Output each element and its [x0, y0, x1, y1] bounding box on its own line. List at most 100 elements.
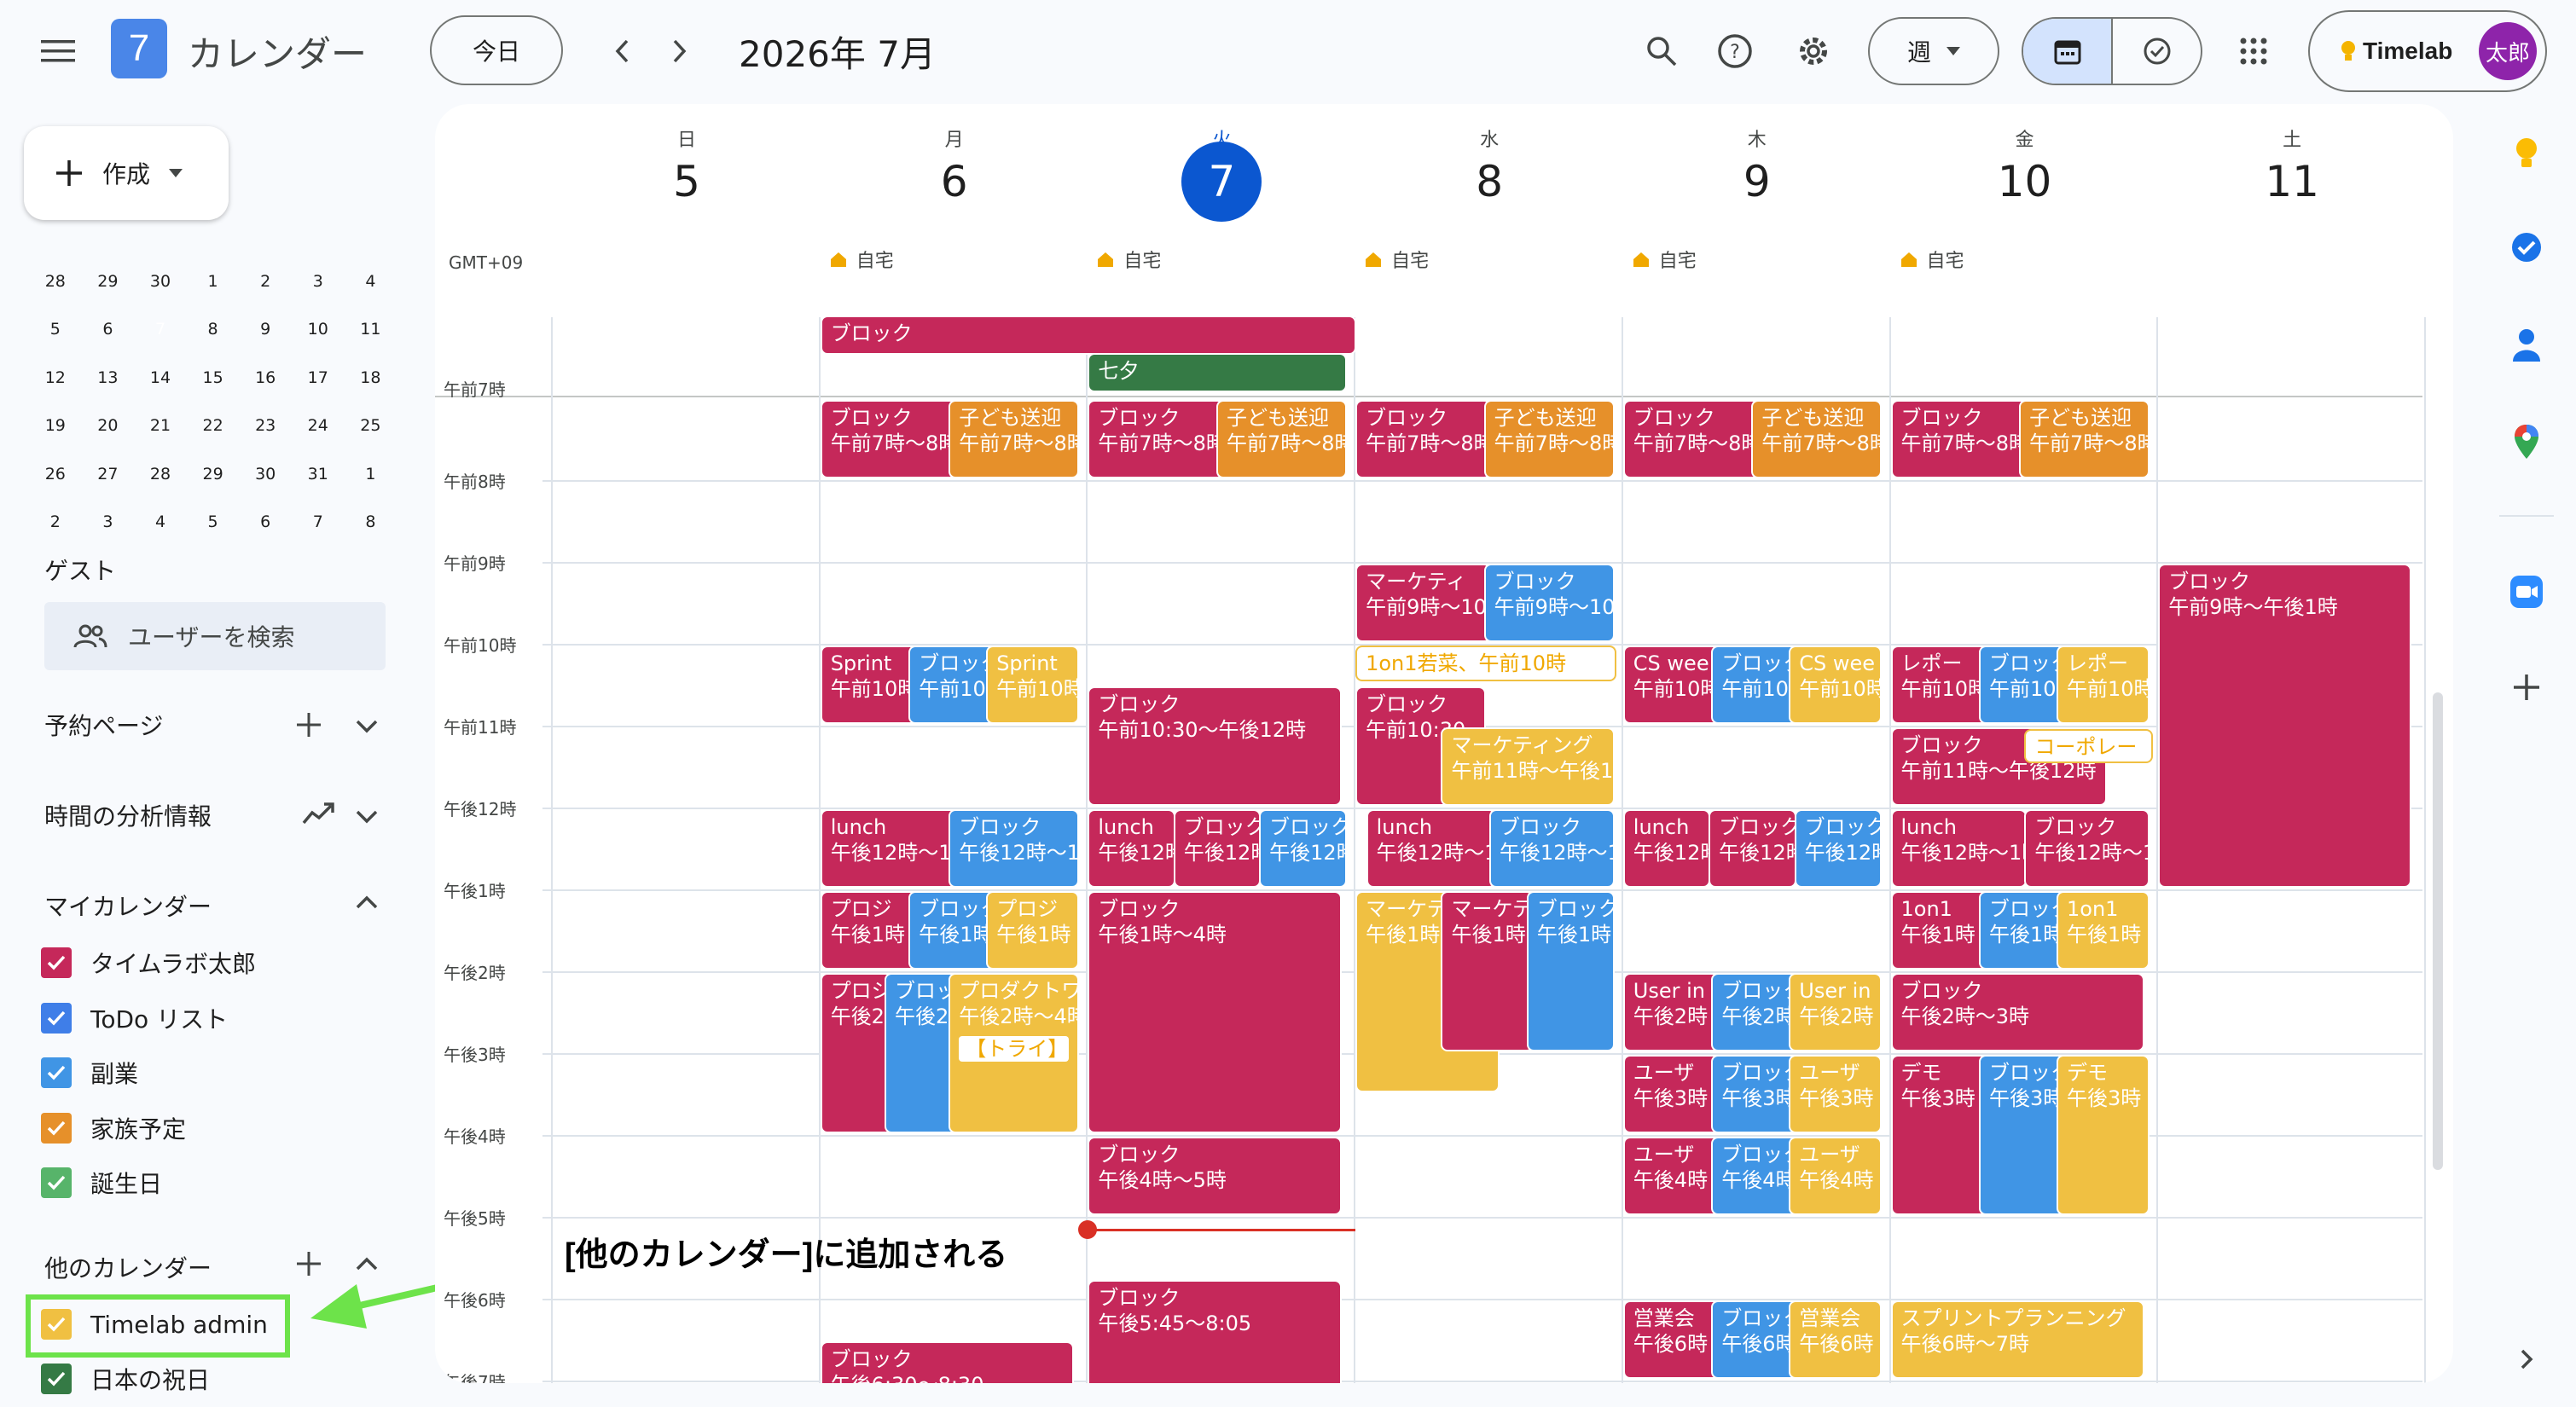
mini-cal-day[interactable]: 8 — [187, 310, 240, 348]
mini-cal-day[interactable]: 25 — [345, 407, 397, 444]
mini-cal-day[interactable]: 12 — [29, 359, 82, 397]
day-number[interactable]: 5 — [553, 157, 821, 206]
mini-cal-day[interactable]: 9 — [239, 310, 292, 348]
my-calendar-item[interactable]: ToDo リスト — [41, 999, 228, 1038]
my-calendar-item[interactable]: 副業 — [41, 1053, 138, 1092]
calendar-event[interactable]: 1on1 午後1時 — [2056, 891, 2150, 970]
calendar-event[interactable]: マーケティ午前9時～10時 — [1355, 564, 1492, 642]
mini-cal-day[interactable]: 3 — [292, 263, 345, 300]
calendar-event[interactable]: ブロック午後12時～1時 — [1173, 809, 1262, 888]
calendar-event[interactable]: ブロック 午後6時 — [1711, 1300, 1799, 1379]
mini-cal-day[interactable]: 1 — [345, 455, 397, 493]
mini-cal-day[interactable]: 21 — [134, 407, 187, 444]
calendar-checkbox[interactable] — [41, 947, 72, 978]
calendar-event[interactable]: lunch午後12時～1時 — [820, 809, 956, 888]
calendar-event[interactable]: ユーザ 午後3時 — [1789, 1055, 1883, 1133]
mini-cal-day[interactable]: 26 — [29, 455, 82, 493]
prev-week-icon[interactable] — [606, 32, 640, 70]
booking-chevron-down-icon[interactable] — [350, 709, 384, 744]
mini-cal-day[interactable]: 24 — [292, 407, 345, 444]
calendar-event[interactable]: ブロック午後12時～1時 — [1259, 809, 1347, 888]
calendar-event[interactable]: ブロック 午前10:30～午後12時 — [1088, 686, 1342, 806]
zoom-video-icon[interactable] — [2506, 571, 2547, 612]
mini-cal-day[interactable]: 15 — [187, 359, 240, 397]
calendar-checkbox[interactable] — [41, 1002, 72, 1034]
calendar-event[interactable]: ブロック午前9時～10時 — [1483, 564, 1615, 642]
calendar-event[interactable]: ブロック 午後4時～5時 — [1088, 1137, 1342, 1215]
mini-cal-day[interactable]: 8 — [345, 503, 397, 541]
mini-cal-day[interactable]: 7 — [134, 309, 187, 350]
add-booking-plus-icon[interactable] — [292, 708, 326, 742]
view-select[interactable]: 週 — [1868, 17, 1999, 85]
calendar-event[interactable]: コーポレー — [2024, 729, 2153, 763]
mini-cal-day[interactable]: 4 — [345, 263, 397, 300]
calendar-view-toggle[interactable] — [2023, 19, 2113, 84]
mini-cal-day[interactable]: 29 — [82, 263, 135, 300]
working-location-tag[interactable]: 自宅 — [1900, 246, 1964, 273]
working-location-tag[interactable]: 自宅 — [1096, 246, 1161, 273]
calendar-event[interactable]: ブロック 午前7時～8時 — [1622, 400, 1759, 478]
account-button[interactable]: Timelab 太郎 — [2308, 10, 2547, 92]
calendar-event[interactable]: ブロック 午後1時～4時 — [1088, 891, 1342, 1133]
mini-cal-day[interactable]: 31 — [292, 455, 345, 493]
calendar-event[interactable]: 子ども送迎 午前7時～8時 — [1483, 400, 1615, 478]
working-location-tag[interactable]: 自宅 — [1632, 246, 1697, 273]
calendar-event[interactable]: ブロック 午前7時～8時 — [1355, 400, 1492, 478]
keep-lightbulb-icon[interactable] — [2506, 133, 2547, 174]
calendar-event[interactable]: ブロック 午後1時 — [908, 891, 996, 970]
calendar-event[interactable]: 子ども送迎 午前7時～8時 — [1215, 400, 1347, 478]
calendar-event[interactable]: User in 午後2時 — [1789, 973, 1883, 1051]
allday-event[interactable]: ブロック — [820, 316, 1356, 355]
mini-cal-day[interactable]: 2 — [239, 263, 292, 300]
mini-cal-day[interactable]: 4 — [134, 503, 187, 541]
calendar-event[interactable]: lunch午後12時～1時 — [1622, 809, 1711, 888]
search-users-field[interactable]: ユーザーを検索 — [44, 602, 386, 670]
calendar-event[interactable]: 1on1若菜、午前10時 — [1355, 646, 1616, 681]
mini-cal-day[interactable]: 28 — [29, 263, 82, 300]
calendar-event[interactable]: 営業会 午後6時 — [1789, 1300, 1883, 1379]
calendar-event[interactable]: lunch午後12時～1時 — [1890, 809, 2027, 888]
calendar-checkbox[interactable] — [41, 1364, 72, 1394]
day-number[interactable]: 10 — [1891, 157, 2159, 206]
mini-cal-day[interactable]: 6 — [82, 310, 135, 348]
calendar-event[interactable]: lunch午後12時～1時 — [1366, 809, 1497, 888]
day-number[interactable]: 6 — [821, 157, 1088, 206]
search-icon[interactable] — [1641, 31, 1682, 72]
create-button[interactable]: 作成 — [24, 126, 229, 220]
maps-pin-icon[interactable] — [2506, 421, 2547, 462]
tasks-view-toggle[interactable] — [2113, 19, 2201, 84]
calendar-event[interactable]: ブロック午後12時～1時 — [1488, 809, 1615, 888]
other-calendar-item[interactable]: 日本の祝日 — [41, 1359, 210, 1398]
calendar-event[interactable]: プロダクトワーク午後2時～4時【トライ】 — [949, 973, 1080, 1133]
calendar-event[interactable]: ブロック 午前7時～8時 — [820, 400, 956, 478]
mini-cal-day[interactable]: 16 — [239, 359, 292, 397]
my-calendars-chevron-up-icon[interactable] — [350, 885, 384, 919]
mini-cal-day[interactable]: 3 — [82, 503, 135, 541]
mini-cal-day[interactable]: 30 — [239, 455, 292, 493]
mini-cal-day[interactable]: 19 — [29, 407, 82, 444]
event-chip[interactable]: 【トライ】 — [959, 1036, 1070, 1062]
mini-cal-day[interactable]: 22 — [187, 407, 240, 444]
working-location-tag[interactable]: 自宅 — [829, 246, 894, 273]
calendar-event[interactable]: ブロック午後12時～1時 — [1709, 809, 1796, 888]
mini-cal-day[interactable]: 2 — [29, 503, 82, 541]
calendar-event[interactable]: lunch午後12時～1時 — [1088, 809, 1176, 888]
day-number[interactable]: 8 — [1355, 157, 1623, 206]
my-calendar-item[interactable]: タイムラボ太郎 — [41, 943, 256, 982]
mini-cal-day[interactable]: 13 — [82, 359, 135, 397]
calendar-event[interactable]: ブロック午後12時～1時 — [949, 809, 1080, 888]
my-calendar-item[interactable]: 家族予定 — [41, 1109, 186, 1148]
calendar-event[interactable]: ブロック 午前7時～8時 — [1890, 400, 2027, 478]
contacts-person-icon[interactable] — [2506, 324, 2547, 365]
settings-gear-icon[interactable] — [1793, 31, 1834, 72]
help-icon[interactable]: ? — [1714, 31, 1755, 72]
expand-panel-chevron-icon[interactable] — [2506, 1339, 2547, 1380]
calendar-event[interactable]: ブロック 午後4時 — [1711, 1137, 1799, 1215]
mini-cal-day[interactable]: 11 — [345, 310, 397, 348]
calendar-event[interactable]: ブロック 午後1時 — [1526, 891, 1615, 1051]
main-menu-icon[interactable] — [34, 32, 82, 70]
mini-cal-day[interactable]: 17 — [292, 359, 345, 397]
calendar-event[interactable]: ブロック午後12時～1時 — [2024, 809, 2150, 888]
calendar-event[interactable]: マーケティングワ午後1時 — [1441, 891, 1535, 1051]
calendar-event[interactable]: ブロック午前10時 — [1979, 646, 2067, 724]
